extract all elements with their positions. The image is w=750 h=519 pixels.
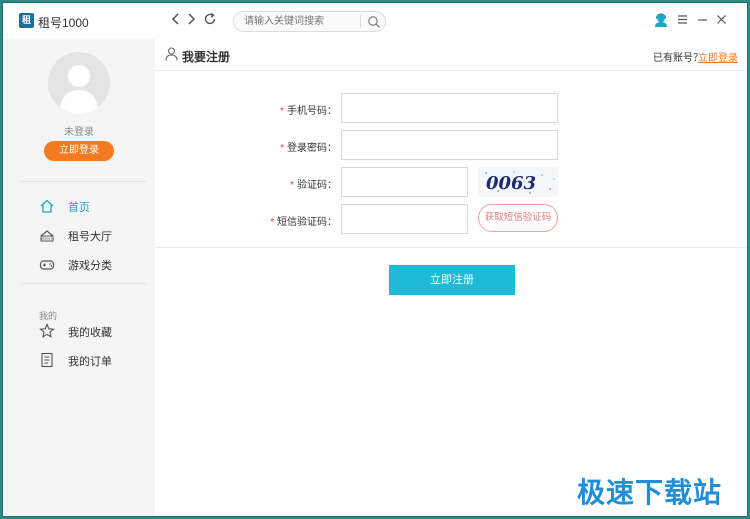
rent-icon: RENT: [40, 230, 54, 242]
have-account-text: 已有账号？: [653, 53, 703, 64]
avatar[interactable]: [48, 52, 110, 114]
captcha-image[interactable]: 0063: [478, 167, 558, 197]
form-row-password: * 登录密码：: [155, 130, 747, 160]
sidebar-item-home[interactable]: 首页: [39, 196, 149, 216]
sidebar-item-label: 我的收藏: [68, 327, 112, 339]
password-label: * 登录密码：: [280, 143, 337, 154]
page-title: 我要注册: [182, 50, 231, 64]
search-input[interactable]: [244, 14, 354, 29]
sidebar-login-button[interactable]: 立即登录: [44, 141, 114, 161]
register-button[interactable]: 立即注册: [389, 265, 515, 295]
sidebar-item-game-category[interactable]: 游戏分类: [39, 254, 149, 274]
forward-button[interactable]: [186, 12, 196, 29]
sidebar-divider: [21, 283, 146, 284]
app-name: 租号1000: [38, 16, 89, 30]
sidebar: 未登录 立即登录 首页 RENT 租号大厅 游戏分类 我的 我的收藏 我的订单: [3, 39, 155, 516]
title-bar: 租 租号1000: [3, 3, 747, 39]
chevron-right-icon: [188, 13, 196, 25]
gamepad-icon: [39, 260, 55, 270]
page-header: 我要注册 已有账号？ 立即登录: [155, 39, 747, 71]
sidebar-divider: [21, 181, 146, 182]
star-icon: [39, 323, 55, 338]
phone-label: * 手机号码：: [280, 106, 337, 117]
login-status: 未登录: [64, 127, 94, 138]
home-icon: [40, 199, 54, 213]
captcha-text: 0063: [486, 173, 536, 194]
sidebar-item-label: 租号大厅: [68, 231, 112, 243]
phone-input[interactable]: [341, 93, 558, 123]
form-divider: [155, 247, 747, 248]
user-service-icon[interactable]: [654, 13, 668, 28]
menu-icon[interactable]: [677, 14, 688, 25]
get-sms-code-button[interactable]: 获取短信验证码: [478, 204, 558, 232]
captcha-label: * 验证码：: [290, 180, 337, 191]
user-icon: [165, 47, 178, 61]
back-button[interactable]: [171, 12, 181, 29]
password-input[interactable]: [341, 130, 558, 160]
sidebar-item-rent-hall[interactable]: RENT 租号大厅: [39, 225, 149, 245]
main-content: 我要注册 已有账号？ 立即登录 * 手机号码： * 登录密码： * 验证码： 0063: [155, 39, 747, 516]
order-icon: [41, 352, 53, 368]
minimize-icon[interactable]: [697, 14, 708, 25]
app-logo-icon: 租: [19, 13, 34, 28]
svg-text:RENT: RENT: [42, 236, 53, 241]
sidebar-item-label: 我的订单: [68, 356, 112, 368]
form-row-phone: * 手机号码：: [155, 93, 747, 123]
default-avatar-icon: [60, 65, 98, 114]
refresh-button[interactable]: [203, 12, 217, 29]
watermark-logo: 极速下载站: [577, 476, 723, 509]
sms-code-input[interactable]: [341, 204, 468, 234]
form-row-captcha: * 验证码： 0063: [155, 167, 747, 197]
captcha-input[interactable]: [341, 167, 468, 197]
chevron-left-icon: [171, 13, 179, 25]
refresh-icon: [204, 12, 216, 25]
close-icon[interactable]: [716, 14, 727, 25]
search-icon[interactable]: [367, 15, 381, 29]
sidebar-item-label: 首页: [68, 202, 90, 214]
login-link[interactable]: 立即登录: [698, 49, 738, 64]
sms-label: * 短信验证码：: [270, 217, 337, 228]
captcha-noise: 0063: [485, 171, 555, 194]
app-window: 租 租号1000 请输入关键词搜索 未登录 立即登录 首页 RENT 租号大厅 …: [2, 2, 748, 517]
search-separator: [360, 15, 361, 28]
sidebar-item-favorites[interactable]: 我的收藏: [39, 321, 149, 341]
sidebar-item-label: 游戏分类: [68, 260, 112, 272]
search-box: [233, 11, 386, 32]
sidebar-item-orders[interactable]: 我的订单: [39, 350, 149, 370]
form-row-sms: * 短信验证码： 获取短信验证码: [155, 204, 747, 234]
